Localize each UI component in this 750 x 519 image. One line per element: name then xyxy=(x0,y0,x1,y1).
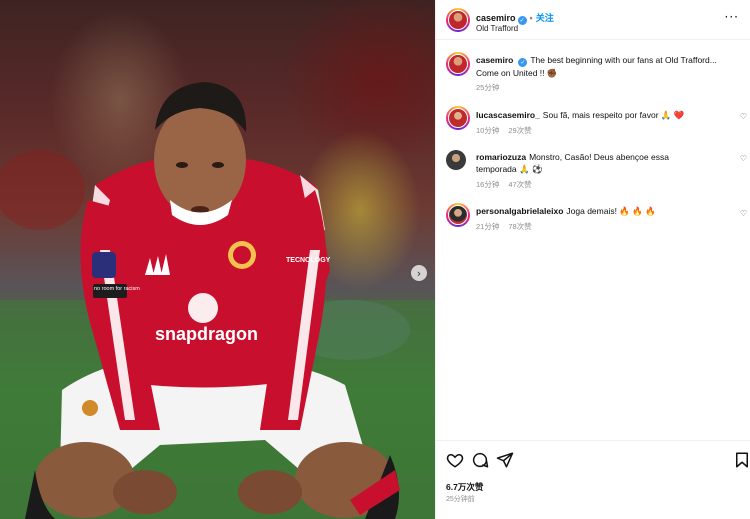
save-bookmark-icon[interactable] xyxy=(733,451,750,469)
separator-dot: • xyxy=(529,13,533,23)
comment-avatar[interactable] xyxy=(446,106,470,130)
post-header: casemiro ✓ • 关注 Old Trafford ··· xyxy=(436,0,750,40)
comment-time[interactable]: 21分钟 xyxy=(476,222,499,231)
caption-text: casemiro ✓ The best beginning with our fan… xyxy=(476,54,731,79)
comment-likes[interactable]: 29次赞 xyxy=(508,126,531,135)
post-photo[interactable]: no room for racism snapdragon TECNOLOGY … xyxy=(0,0,435,519)
comment-likes[interactable]: 78次赞 xyxy=(508,222,531,231)
sponsor-text: snapdragon xyxy=(155,324,258,344)
comment-avatar[interactable] xyxy=(446,150,466,170)
comment-like-icon[interactable]: ♡ xyxy=(740,154,747,163)
caption-avatar[interactable] xyxy=(446,52,470,76)
comment-avatar[interactable] xyxy=(446,203,470,227)
more-options-icon[interactable]: ··· xyxy=(725,10,739,24)
comment-likes[interactable]: 47次赞 xyxy=(508,180,531,189)
chevron-right-icon: › xyxy=(416,266,422,280)
posted-time[interactable]: 25分钟前 xyxy=(446,494,475,504)
verified-badge-icon: ✓ xyxy=(517,16,527,25)
sleeve-badge-text: no room for racism xyxy=(94,286,140,292)
comment-text: lucascasemiro_ Sou fã, mais respeito por … xyxy=(476,109,731,121)
comment-meta: 10分钟 29次赞 xyxy=(476,125,541,136)
comment-time[interactable]: 16分钟 xyxy=(476,180,499,189)
comment-meta: 21分钟 78次赞 xyxy=(476,221,541,232)
verified-badge-icon: ✓ xyxy=(518,58,528,67)
comment-body: Sou fã, mais respeito por favor 🙏 ❤️ xyxy=(542,110,685,120)
next-photo-button[interactable]: › xyxy=(411,265,427,281)
post-location[interactable]: Old Trafford xyxy=(476,24,518,33)
comment-meta: 16分钟 47次赞 xyxy=(476,179,541,190)
caption-meta: 25分钟 xyxy=(476,82,508,93)
comment-bubble-icon[interactable] xyxy=(471,451,489,469)
author-line: casemiro ✓ • 关注 xyxy=(476,11,554,25)
comment-like-icon[interactable]: ♡ xyxy=(740,209,747,218)
author-avatar[interactable] xyxy=(446,8,470,32)
caption-time[interactable]: 25分钟 xyxy=(476,83,499,92)
like-count[interactable]: 6.7万次赞 xyxy=(446,481,483,493)
comment-username[interactable]: personalgabrielaleixo xyxy=(476,206,563,216)
author-username[interactable]: casemiro xyxy=(476,13,516,23)
share-send-icon[interactable] xyxy=(496,451,514,469)
comment-like-icon[interactable]: ♡ xyxy=(740,112,747,121)
instagram-post-view: no room for racism snapdragon TECNOLOGY … xyxy=(0,0,750,519)
player-illustration: no room for racism snapdragon TECNOLOGY xyxy=(0,82,435,519)
comment-username[interactable]: lucascasemiro_ xyxy=(476,110,540,120)
comment-time[interactable]: 10分钟 xyxy=(476,126,499,135)
follow-button[interactable]: 关注 xyxy=(536,13,554,23)
caption-username[interactable]: casemiro xyxy=(476,55,513,65)
comment-text: personalgabrielaleixo Joga demais! 🔥 🔥 🔥 xyxy=(476,205,731,217)
sponsor-sleeve-text: TECNOLOGY xyxy=(286,257,331,264)
comment-text: romariozuza Monstro, Casão! Deus abençoe … xyxy=(476,151,706,175)
comment-body: Joga demais! 🔥 🔥 🔥 xyxy=(566,206,656,216)
like-heart-icon[interactable] xyxy=(446,451,464,469)
post-actions: 6.7万次赞 25分钟前 xyxy=(436,440,750,519)
post-side-panel: casemiro ✓ • 关注 Old Trafford ··· casemiro ✓ T… xyxy=(435,0,750,519)
comment-username[interactable]: romariozuza xyxy=(476,152,526,162)
